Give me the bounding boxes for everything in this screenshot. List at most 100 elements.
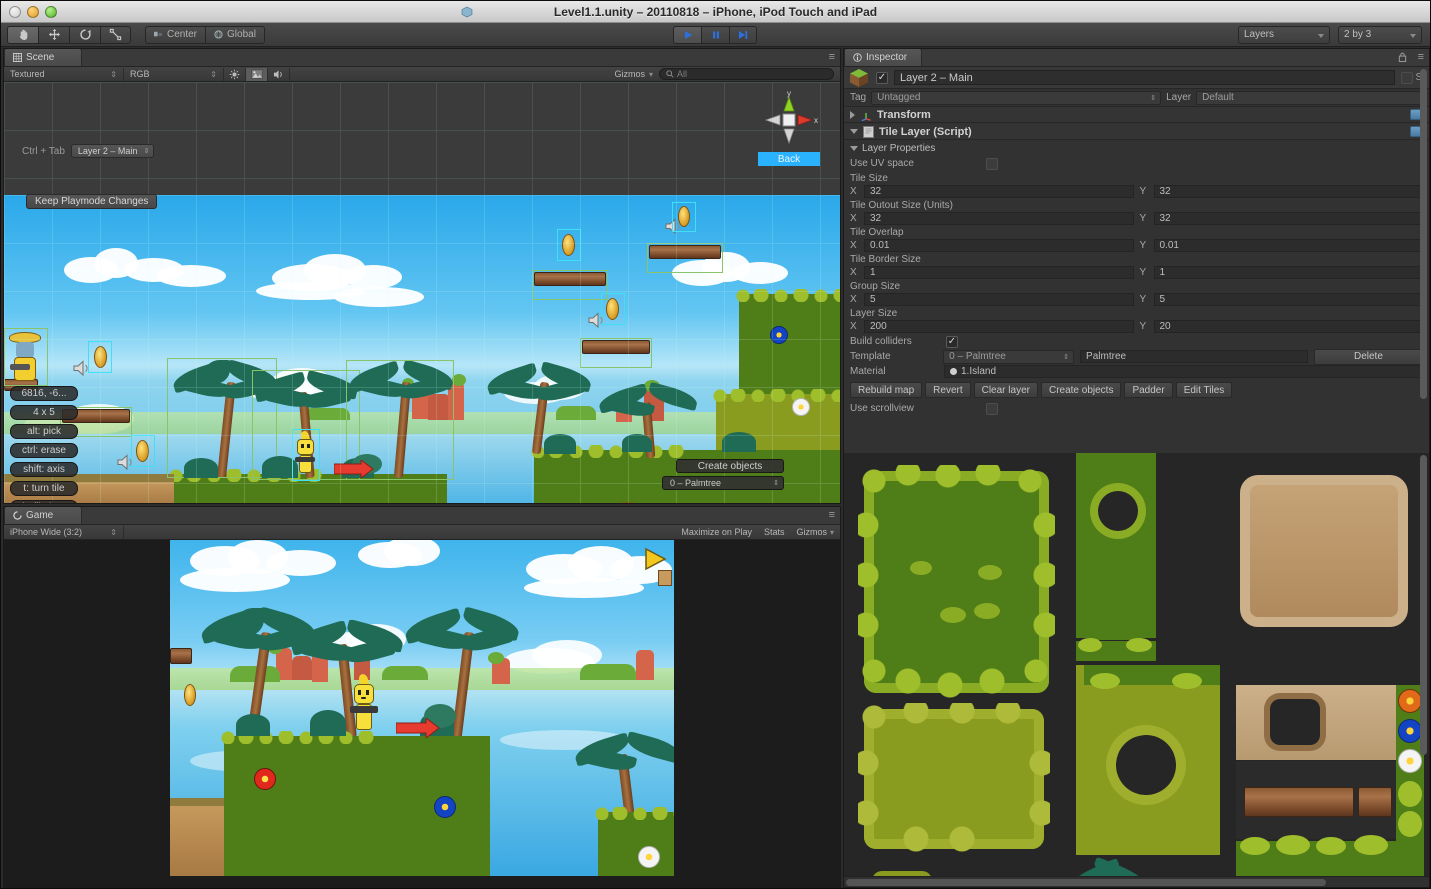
scale-tool[interactable] <box>100 26 131 44</box>
layout-dropdown[interactable]: 2 by 3 <box>1338 26 1422 44</box>
scene-viewport[interactable]: Ctrl + Tab Layer 2 – Main ⇕ Keep Playmod… <box>4 82 841 504</box>
palette-tile[interactable] <box>1090 608 1142 640</box>
layer-dropdown[interactable]: Default <box>1196 91 1423 105</box>
pause-button[interactable] <box>701 26 729 44</box>
lock-icon[interactable] <box>1398 52 1407 65</box>
delete-button[interactable]: Delete <box>1314 349 1423 365</box>
pivot-mode-button[interactable]: Center <box>145 26 205 44</box>
keep-playmode-changes-button[interactable]: Keep Playmode Changes <box>26 194 157 209</box>
rotate-tool[interactable] <box>69 26 100 44</box>
chevron-down-icon[interactable] <box>850 146 858 151</box>
padder-button[interactable]: Padder <box>1124 382 1172 398</box>
use-uv-space-checkbox[interactable] <box>986 158 998 170</box>
tab-scene[interactable]: Scene <box>4 48 82 66</box>
chevron-right-icon[interactable] <box>850 111 855 119</box>
palette-tile-dirt-hole[interactable] <box>1236 685 1396 760</box>
tile-border-size-x-input[interactable]: 1 <box>864 266 1134 279</box>
tile-size-y-input[interactable]: 32 <box>1154 185 1424 198</box>
group-size-x-input[interactable]: 5 <box>864 293 1134 306</box>
use-uv-space-label: Use UV space <box>850 158 980 169</box>
inspector-scrollbar[interactable] <box>1419 69 1428 449</box>
tile-size-x-input[interactable]: 32 <box>864 185 1134 198</box>
palette-horizontal-scrollbar[interactable] <box>844 876 1429 887</box>
gizmos-button[interactable]: Gizmos ▾ <box>790 526 840 539</box>
scene-search-input[interactable]: All <box>659 68 834 80</box>
inspector-panel-menu-icon[interactable]: ≡ <box>1418 52 1424 63</box>
layer-size-y-value: 20 <box>1160 321 1171 332</box>
revert-button[interactable]: Revert <box>925 382 970 398</box>
layer-size-y-input[interactable]: 20 <box>1154 320 1424 333</box>
scrollbar-thumb[interactable] <box>846 879 1326 886</box>
render-mode-dropdown[interactable]: RGB ⇕ <box>124 68 224 81</box>
step-button[interactable] <box>729 26 757 44</box>
tile-output-size-y-input[interactable]: 32 <box>1154 212 1424 225</box>
palette-tile-grass-hole-alt[interactable] <box>1076 665 1220 855</box>
use-scrollview-checkbox[interactable] <box>986 403 998 415</box>
template-name-input[interactable]: Palmtree <box>1080 350 1308 363</box>
palette-tile[interactable] <box>1076 641 1156 661</box>
tile-overlap-x-input[interactable]: 0.01 <box>864 239 1134 252</box>
game-render-area[interactable] <box>170 540 674 876</box>
move-tool[interactable] <box>38 26 69 44</box>
object-name-field[interactable]: Layer 2 – Main <box>894 70 1395 85</box>
tab-game[interactable]: Game <box>4 506 82 524</box>
scene-orientation-gizmo[interactable]: y x <box>758 89 820 151</box>
tile-overlap-y-input[interactable]: 0.01 <box>1154 239 1424 252</box>
view-orientation-label[interactable]: Back <box>758 152 820 166</box>
static-checkbox[interactable] <box>1401 72 1413 84</box>
active-layer-dropdown[interactable]: Layer 2 – Main ⇕ <box>71 144 155 158</box>
tab-inspector[interactable]: Inspector <box>844 48 922 66</box>
draw-mode-dropdown[interactable]: Textured ⇕ <box>4 68 124 81</box>
component-tile-layer[interactable]: Tile Layer (Script) <box>844 124 1429 140</box>
material-field[interactable]: 1.Island <box>944 365 1423 378</box>
group-size-y-input[interactable]: 5 <box>1154 293 1424 306</box>
layer-size-x-input[interactable]: 200 <box>864 320 1134 333</box>
edit-tiles-button[interactable]: Edit Tiles <box>1176 382 1233 398</box>
palette-tile-grass-alt[interactable] <box>864 709 1044 849</box>
clear-layer-button[interactable]: Clear layer <box>974 382 1038 398</box>
palette-vertical-scrollbar[interactable] <box>1419 455 1428 873</box>
game-viewport[interactable] <box>4 540 841 888</box>
object-active-checkbox[interactable]: ✓ <box>876 72 888 84</box>
scene-create-objects-button[interactable]: Create objects <box>676 459 784 473</box>
aspect-ratio-dropdown[interactable]: iPhone Wide (3:2) ⇕ <box>4 526 124 539</box>
scene-panel-menu-icon[interactable]: ≡ <box>829 52 835 63</box>
hand-tool[interactable] <box>7 26 38 44</box>
palette-tile-dirt[interactable] <box>1240 475 1408 627</box>
palette-tile-grass-full[interactable] <box>864 471 1049 693</box>
gizmos-dropdown[interactable]: Gizmos ▾ <box>608 69 659 79</box>
audio-toggle[interactable] <box>268 68 290 81</box>
palette-log-row[interactable] <box>1236 761 1396 839</box>
scrollbar-thumb[interactable] <box>1420 455 1427 755</box>
scene-template-dropdown[interactable]: 0 – Palmtree ⇕ <box>662 476 784 490</box>
lighting-toggle[interactable] <box>224 68 246 81</box>
tile-palette[interactable] <box>844 453 1429 887</box>
tag-dropdown[interactable]: Untagged ⇕ <box>871 91 1161 105</box>
rebuild-map-button[interactable]: Rebuild map <box>850 382 922 398</box>
close-button[interactable] <box>9 6 21 18</box>
minimize-button[interactable] <box>27 6 39 18</box>
chevron-down-icon[interactable] <box>850 129 858 134</box>
layers-dropdown[interactable]: Layers <box>1238 26 1330 44</box>
stats-button[interactable]: Stats <box>758 526 791 539</box>
layer-properties-foldout[interactable]: Layer Properties <box>844 141 1429 155</box>
component-transform[interactable]: Transform <box>844 107 1429 123</box>
game-panel-menu-icon[interactable]: ≡ <box>829 510 835 521</box>
palette-tile-grass-strip[interactable] <box>1236 841 1396 881</box>
grass-platform[interactable] <box>739 294 841 394</box>
maximize-on-play-button[interactable]: Maximize on Play <box>675 526 758 539</box>
template-dropdown[interactable]: 0 – Palmtree ⇕ <box>943 350 1074 364</box>
zoom-button[interactable] <box>45 6 57 18</box>
coin-pickup[interactable] <box>678 206 690 227</box>
scrollbar-thumb[interactable] <box>1420 69 1427 399</box>
create-objects-button[interactable]: Create objects <box>1041 382 1121 398</box>
play-button[interactable] <box>673 26 701 44</box>
skybox-toggle[interactable] <box>246 68 268 81</box>
build-colliders-checkbox[interactable]: ✓ <box>946 336 958 348</box>
space-mode-button[interactable]: Global <box>205 26 265 44</box>
tile-border-size-y-input[interactable]: 1 <box>1154 266 1424 279</box>
prop-fields: X 1 Y 1 <box>844 265 1429 280</box>
tile-output-size-x-input[interactable]: 32 <box>864 212 1134 225</box>
arrow-sign[interactable] <box>334 460 374 478</box>
npc-character[interactable] <box>614 502 642 504</box>
